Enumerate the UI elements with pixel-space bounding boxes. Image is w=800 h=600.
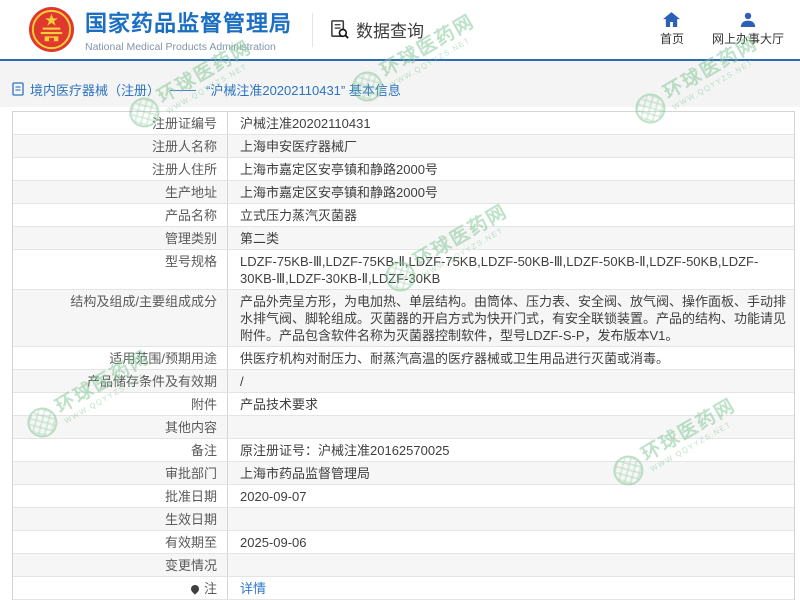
table-row: 生效日期 bbox=[13, 508, 794, 531]
row-label: 生产地址 bbox=[13, 181, 228, 203]
table-row: 注册证编号 沪械注准20202110431 bbox=[13, 112, 794, 135]
table-row: 备注 原注册证号：沪械注准20162570025 bbox=[13, 439, 794, 462]
row-value: 详情 bbox=[228, 577, 794, 599]
home-icon bbox=[663, 12, 681, 27]
data-query-label: 数据查询 bbox=[356, 22, 425, 41]
row-value: 供医疗机构对耐压力、耐蒸汽高温的医疗器械或卫生用品进行灭菌或消毒。 bbox=[240, 351, 670, 366]
table-row: 产品名称 立式压力蒸汽灭菌器 bbox=[13, 204, 794, 227]
document-icon bbox=[12, 82, 24, 96]
table-row: 变更情况 bbox=[13, 554, 794, 577]
table-row: 附件 产品技术要求 bbox=[13, 393, 794, 416]
brand: 国家药品监督管理局 National Medical Products Admi… bbox=[28, 6, 292, 53]
row-label: 注册人名称 bbox=[13, 135, 228, 157]
nav-service-hall[interactable]: 网上办事大厅 bbox=[712, 12, 784, 47]
row-value: 产品技术要求 bbox=[240, 397, 319, 412]
breadcrumb-separator: —— bbox=[170, 81, 197, 97]
row-label: 注 bbox=[13, 577, 228, 599]
table-row: 注册人住所 上海市嘉定区安亭镇和静路2000号 bbox=[13, 158, 794, 181]
table-row: 注册人名称 上海申安医疗器械厂 bbox=[13, 135, 794, 158]
row-label: 管理类别 bbox=[13, 227, 228, 249]
table-row: 审批部门 上海市药品监督管理局 bbox=[13, 462, 794, 485]
brand-text: 国家药品监督管理局 National Medical Products Admi… bbox=[85, 6, 292, 53]
table-row: 注详情 bbox=[13, 577, 794, 600]
national-emblem-icon bbox=[28, 6, 75, 53]
row-label: 适用范围/预期用途 bbox=[13, 347, 228, 369]
row-value bbox=[228, 508, 794, 530]
row-value: 立式压力蒸汽灭菌器 bbox=[240, 208, 358, 223]
row-value: 2025-09-06 bbox=[240, 535, 307, 550]
table-row: 产品储存条件及有效期 / bbox=[13, 370, 794, 393]
row-label: 型号规格 bbox=[13, 250, 228, 289]
org-name-en: National Medical Products Administration bbox=[85, 41, 276, 53]
pin-icon bbox=[189, 583, 201, 595]
table-row: 批准日期 2020-09-07 bbox=[13, 485, 794, 508]
row-label: 备注 bbox=[13, 439, 228, 461]
table-row: 结构及组成/主要组成成分 产品外壳呈方形，为电加热、单层结构。由筒体、压力表、安全… bbox=[13, 290, 794, 347]
row-value: 上海市嘉定区安亭镇和静路2000号 bbox=[240, 185, 438, 200]
breadcrumb-category[interactable]: 境内医疗器械（注册） bbox=[30, 80, 160, 99]
table-row: 生产地址 上海市嘉定区安亭镇和静路2000号 bbox=[13, 181, 794, 204]
row-value: 第二类 bbox=[240, 231, 280, 246]
nav-hall-label: 网上办事大厅 bbox=[711, 32, 784, 46]
breadcrumb-band: 境内医疗器械（注册） —— “沪械注准20202110431” 基本信息 bbox=[0, 61, 800, 107]
row-label: 有效期至 bbox=[13, 531, 228, 553]
user-icon bbox=[740, 12, 756, 27]
row-value: 2020-09-07 bbox=[240, 489, 307, 504]
breadcrumb-current: “沪械注准20202110431” 基本信息 bbox=[206, 82, 401, 98]
row-label: 产品名称 bbox=[13, 204, 228, 226]
row-value: 原注册证号：沪械注准20162570025 bbox=[240, 443, 450, 458]
breadcrumb: 境内医疗器械（注册） —— “沪械注准20202110431” 基本信息 bbox=[0, 80, 401, 99]
row-value bbox=[228, 416, 794, 438]
row-value: 产品外壳呈方形，为电加热、单层结构。由筒体、压力表、安全阀、放气阀、操作面板、手… bbox=[240, 294, 787, 343]
row-value: / bbox=[240, 374, 244, 389]
data-query-tab[interactable]: 数据查询 bbox=[329, 17, 424, 42]
site-header: 国家药品监督管理局 National Medical Products Admi… bbox=[0, 0, 800, 61]
top-nav: 首页 网上办事大厅 bbox=[660, 12, 800, 47]
row-label: 注册证编号 bbox=[13, 112, 228, 134]
row-label: 批准日期 bbox=[13, 485, 228, 507]
row-value: 上海申安医疗器械厂 bbox=[240, 139, 358, 154]
row-label: 生效日期 bbox=[13, 508, 228, 530]
table-row: 管理类别 第二类 bbox=[13, 227, 794, 250]
nav-home-label: 首页 bbox=[659, 32, 684, 46]
table-row: 型号规格 LDZF-75KB-Ⅲ,LDZF-75KB-Ⅱ,LDZF-75KB,LD… bbox=[13, 250, 794, 290]
row-value: 沪械注准20202110431 bbox=[240, 116, 371, 131]
row-label: 结构及组成/主要组成成分 bbox=[13, 290, 228, 346]
nav-home[interactable]: 首页 bbox=[660, 12, 684, 47]
table-row: 有效期至 2025-09-06 bbox=[13, 531, 794, 554]
row-label: 注册人住所 bbox=[13, 158, 228, 180]
row-label: 附件 bbox=[13, 393, 228, 415]
row-value: 上海市药品监督管理局 bbox=[240, 466, 371, 481]
data-query-icon bbox=[331, 20, 349, 39]
header-divider bbox=[312, 12, 314, 47]
row-label: 产品储存条件及有效期 bbox=[13, 370, 228, 392]
table-row: 适用范围/预期用途 供医疗机构对耐压力、耐蒸汽高温的医疗器械或卫生用品进行灭菌或消… bbox=[13, 347, 794, 370]
info-table: 注册证编号 沪械注准20202110431 注册人名称 上海申安医疗器械厂 注册人住所上… bbox=[12, 111, 795, 600]
row-label: 审批部门 bbox=[13, 462, 228, 484]
table-row: 其他内容 bbox=[13, 416, 794, 439]
row-value: LDZF-75KB-Ⅲ,LDZF-75KB-Ⅱ,LDZF-75KB,LDZF-5… bbox=[240, 254, 759, 286]
row-label: 其他内容 bbox=[13, 416, 228, 438]
org-name-cn: 国家药品监督管理局 bbox=[85, 11, 293, 36]
details-link[interactable]: 详情 bbox=[240, 581, 266, 596]
row-value: 上海市嘉定区安亭镇和静路2000号 bbox=[240, 162, 438, 177]
